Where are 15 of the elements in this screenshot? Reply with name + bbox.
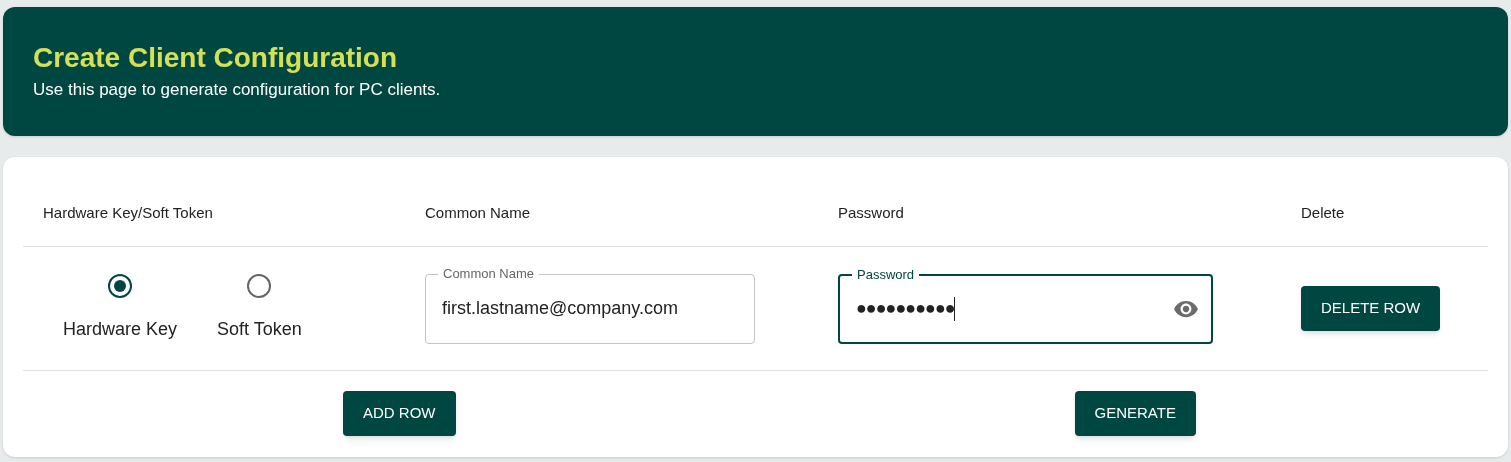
page-subtitle: Use this page to generate configuration for PC clients. (33, 79, 442, 101)
column-header: Common Name (425, 203, 531, 221)
radio-button[interactable] (108, 274, 132, 298)
radio-label: Hardware Key (63, 318, 178, 341)
column-header: Password (838, 203, 904, 221)
radio-label: Soft Token (217, 318, 302, 341)
column-header: Hardware Key/Soft Token (43, 203, 213, 221)
delete-row-button[interactable]: DELETE ROW (1301, 286, 1441, 331)
field-value: first.lastname@company.com (442, 297, 679, 320)
radio-button[interactable] (247, 274, 272, 298)
field-value: ●●●●●●●●●● (856, 297, 955, 320)
page-title: Create Client Configuration (33, 41, 398, 75)
generate-button[interactable]: GENERATE (1074, 391, 1196, 436)
add-row-button[interactable]: ADD ROW (343, 391, 456, 436)
column-header: Delete (1301, 203, 1345, 221)
